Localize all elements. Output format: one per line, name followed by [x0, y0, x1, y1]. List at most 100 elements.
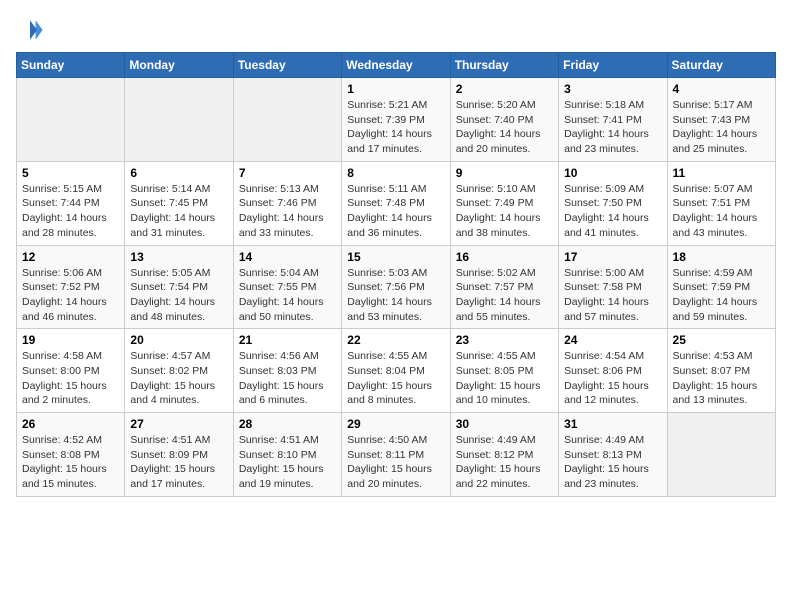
calendar-cell: 1 Sunrise: 5:21 AMSunset: 7:39 PMDaylight… [342, 78, 450, 162]
calendar-cell: 29 Sunrise: 4:50 AMSunset: 8:11 PMDayligh… [342, 413, 450, 497]
day-info: Sunrise: 5:21 AMSunset: 7:39 PMDaylight:… [347, 98, 444, 157]
calendar-cell: 3Sunrise: 5:18 AMSunset: 7:41 PMDaylight… [559, 78, 667, 162]
calendar-cell: 11 Sunrise: 5:07 AMSunset: 7:51 PMDayligh… [667, 161, 775, 245]
calendar-cell [233, 78, 341, 162]
day-header-thursday: Thursday [450, 53, 558, 78]
day-number: 30 [456, 417, 553, 431]
calendar-cell: 12Sunrise: 5:06 AMSunset: 7:52 PMDayligh… [17, 245, 125, 329]
calendar-cell: 15 Sunrise: 5:03 AMSunset: 7:56 PMDayligh… [342, 245, 450, 329]
day-number: 10 [564, 166, 661, 180]
day-number: 28 [239, 417, 336, 431]
day-info: Sunrise: 5:11 AMSunset: 7:48 PMDaylight:… [347, 182, 444, 241]
calendar-week-3: 12Sunrise: 5:06 AMSunset: 7:52 PMDayligh… [17, 245, 776, 329]
calendar-cell: 9 Sunrise: 5:10 AMSunset: 7:49 PMDaylight… [450, 161, 558, 245]
day-header-saturday: Saturday [667, 53, 775, 78]
calendar-table: SundayMondayTuesdayWednesdayThursdayFrid… [16, 52, 776, 497]
day-info: Sunrise: 5:13 AMSunset: 7:46 PMDaylight:… [239, 182, 336, 241]
calendar-cell: 8 Sunrise: 5:11 AMSunset: 7:48 PMDaylight… [342, 161, 450, 245]
calendar-cell: 7 Sunrise: 5:13 AMSunset: 7:46 PMDaylight… [233, 161, 341, 245]
calendar-cell: 20 Sunrise: 4:57 AMSunset: 8:02 PMDayligh… [125, 329, 233, 413]
calendar-cell: 17 Sunrise: 5:00 AMSunset: 7:58 PMDayligh… [559, 245, 667, 329]
day-number: 29 [347, 417, 444, 431]
day-info: Sunrise: 4:55 AMSunset: 8:04 PMDaylight:… [347, 349, 444, 408]
day-info: Sunrise: 4:49 AMSunset: 8:13 PMDaylight:… [564, 433, 661, 492]
day-number: 24 [564, 333, 661, 347]
day-number: 13 [130, 250, 227, 264]
calendar-cell: 30 Sunrise: 4:49 AMSunset: 8:12 PMDayligh… [450, 413, 558, 497]
calendar-cell: 13 Sunrise: 5:05 AMSunset: 7:54 PMDayligh… [125, 245, 233, 329]
day-info: Sunrise: 4:50 AMSunset: 8:11 PMDaylight:… [347, 433, 444, 492]
day-info: Sunrise: 5:10 AMSunset: 7:49 PMDaylight:… [456, 182, 553, 241]
day-number: 4 [673, 82, 770, 96]
day-number: 1 [347, 82, 444, 96]
day-info: Sunrise: 4:55 AMSunset: 8:05 PMDaylight:… [456, 349, 553, 408]
calendar-cell: 25 Sunrise: 4:53 AMSunset: 8:07 PMDayligh… [667, 329, 775, 413]
calendar-cell [17, 78, 125, 162]
calendar-cell: 23 Sunrise: 4:55 AMSunset: 8:05 PMDayligh… [450, 329, 558, 413]
day-info: Sunrise: 4:49 AMSunset: 8:12 PMDaylight:… [456, 433, 553, 492]
calendar-cell: 26Sunrise: 4:52 AMSunset: 8:08 PMDayligh… [17, 413, 125, 497]
day-number: 23 [456, 333, 553, 347]
day-info: Sunrise: 4:56 AMSunset: 8:03 PMDaylight:… [239, 349, 336, 408]
day-number: 2 [456, 82, 553, 96]
day-number: 25 [673, 333, 770, 347]
day-number: 11 [673, 166, 770, 180]
day-number: 22 [347, 333, 444, 347]
calendar-week-2: 5Sunrise: 5:15 AMSunset: 7:44 PMDaylight… [17, 161, 776, 245]
day-number: 27 [130, 417, 227, 431]
day-number: 19 [22, 333, 119, 347]
calendar-week-4: 19Sunrise: 4:58 AMSunset: 8:00 PMDayligh… [17, 329, 776, 413]
day-number: 16 [456, 250, 553, 264]
logo [16, 16, 48, 44]
day-info: Sunrise: 5:14 AMSunset: 7:45 PMDaylight:… [130, 182, 227, 241]
day-number: 6 [130, 166, 227, 180]
day-number: 20 [130, 333, 227, 347]
day-header-tuesday: Tuesday [233, 53, 341, 78]
calendar-cell: 4 Sunrise: 5:17 AMSunset: 7:43 PMDaylight… [667, 78, 775, 162]
calendar-cell: 22 Sunrise: 4:55 AMSunset: 8:04 PMDayligh… [342, 329, 450, 413]
day-info: Sunrise: 4:57 AMSunset: 8:02 PMDaylight:… [130, 349, 227, 408]
calendar-cell: 18 Sunrise: 4:59 AMSunset: 7:59 PMDayligh… [667, 245, 775, 329]
day-number: 17 [564, 250, 661, 264]
day-info: Sunrise: 5:18 AMSunset: 7:41 PMDaylight:… [564, 98, 661, 157]
day-info: Sunrise: 4:51 AMSunset: 8:10 PMDaylight:… [239, 433, 336, 492]
day-number: 8 [347, 166, 444, 180]
calendar-header-row: SundayMondayTuesdayWednesdayThursdayFrid… [17, 53, 776, 78]
day-header-friday: Friday [559, 53, 667, 78]
day-number: 9 [456, 166, 553, 180]
day-info: Sunrise: 5:07 AMSunset: 7:51 PMDaylight:… [673, 182, 770, 241]
page-header [16, 16, 776, 44]
calendar-cell: 28 Sunrise: 4:51 AMSunset: 8:10 PMDayligh… [233, 413, 341, 497]
calendar-cell: 10 Sunrise: 5:09 AMSunset: 7:50 PMDayligh… [559, 161, 667, 245]
calendar-cell: 24Sunrise: 4:54 AMSunset: 8:06 PMDayligh… [559, 329, 667, 413]
calendar-cell: 16Sunrise: 5:02 AMSunset: 7:57 PMDayligh… [450, 245, 558, 329]
day-number: 15 [347, 250, 444, 264]
day-header-monday: Monday [125, 53, 233, 78]
calendar-cell: 5Sunrise: 5:15 AMSunset: 7:44 PMDaylight… [17, 161, 125, 245]
calendar-cell: 6 Sunrise: 5:14 AMSunset: 7:45 PMDaylight… [125, 161, 233, 245]
day-number: 7 [239, 166, 336, 180]
calendar-cell: 14 Sunrise: 5:04 AMSunset: 7:55 PMDayligh… [233, 245, 341, 329]
day-info: Sunrise: 5:09 AMSunset: 7:50 PMDaylight:… [564, 182, 661, 241]
day-header-wednesday: Wednesday [342, 53, 450, 78]
day-info: Sunrise: 5:17 AMSunset: 7:43 PMDaylight:… [673, 98, 770, 157]
day-info: Sunrise: 5:05 AMSunset: 7:54 PMDaylight:… [130, 266, 227, 325]
day-info: Sunrise: 4:52 AMSunset: 8:08 PMDaylight:… [22, 433, 119, 492]
calendar-cell: 19Sunrise: 4:58 AMSunset: 8:00 PMDayligh… [17, 329, 125, 413]
day-info: Sunrise: 5:00 AMSunset: 7:58 PMDaylight:… [564, 266, 661, 325]
day-number: 31 [564, 417, 661, 431]
calendar-cell: 2Sunrise: 5:20 AMSunset: 7:40 PMDaylight… [450, 78, 558, 162]
day-number: 14 [239, 250, 336, 264]
day-number: 21 [239, 333, 336, 347]
day-info: Sunrise: 5:04 AMSunset: 7:55 PMDaylight:… [239, 266, 336, 325]
day-info: Sunrise: 5:15 AMSunset: 7:44 PMDaylight:… [22, 182, 119, 241]
day-number: 18 [673, 250, 770, 264]
calendar-cell [125, 78, 233, 162]
day-info: Sunrise: 4:51 AMSunset: 8:09 PMDaylight:… [130, 433, 227, 492]
day-info: Sunrise: 4:59 AMSunset: 7:59 PMDaylight:… [673, 266, 770, 325]
calendar-cell [667, 413, 775, 497]
day-info: Sunrise: 5:03 AMSunset: 7:56 PMDaylight:… [347, 266, 444, 325]
day-info: Sunrise: 4:53 AMSunset: 8:07 PMDaylight:… [673, 349, 770, 408]
calendar-week-5: 26Sunrise: 4:52 AMSunset: 8:08 PMDayligh… [17, 413, 776, 497]
logo-icon [16, 16, 44, 44]
